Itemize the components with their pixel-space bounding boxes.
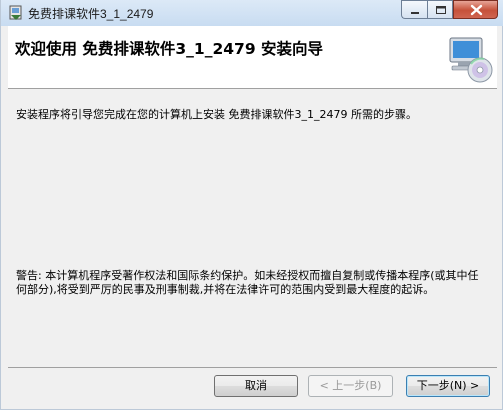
setup-computer-cd-icon bbox=[449, 37, 493, 83]
copyright-warning: 警告: 本计算机程序受著作权法和国际条约保护。如未经授权而擅自复制或传播本程序(… bbox=[16, 269, 479, 296]
back-button[interactable]: < 上一步(B) bbox=[308, 375, 393, 397]
minimize-button[interactable] bbox=[401, 0, 427, 19]
window-title: 免费排课软件3_1_2479 bbox=[28, 7, 154, 21]
maximize-button[interactable] bbox=[427, 0, 453, 19]
close-icon bbox=[470, 4, 483, 16]
installer-app-icon bbox=[9, 5, 22, 20]
cancel-button[interactable]: 取消 bbox=[214, 375, 298, 397]
title-bar[interactable]: 免费排课软件3_1_2479 bbox=[1, 0, 503, 26]
next-button[interactable]: 下一步(N) > bbox=[406, 375, 490, 397]
installer-window: 免费排课软件3_1_2479 欢迎使用 免费排课软件3_1_2479 安装向导 bbox=[0, 0, 503, 410]
intro-text: 安装程序将引导您完成在您的计算机上安装 免费排课软件3_1_2479 所需的步骤… bbox=[16, 108, 417, 121]
page-title: 欢迎使用 免费排课软件3_1_2479 安装向导 bbox=[15, 40, 324, 58]
maximize-icon bbox=[436, 6, 446, 14]
header-panel: 欢迎使用 免费排课软件3_1_2479 安装向导 bbox=[8, 26, 497, 89]
minimize-icon bbox=[411, 12, 419, 14]
content-area: 安装程序将引导您完成在您的计算机上安装 免费排课软件3_1_2479 所需的步骤… bbox=[8, 89, 497, 368]
close-button[interactable] bbox=[453, 0, 498, 19]
